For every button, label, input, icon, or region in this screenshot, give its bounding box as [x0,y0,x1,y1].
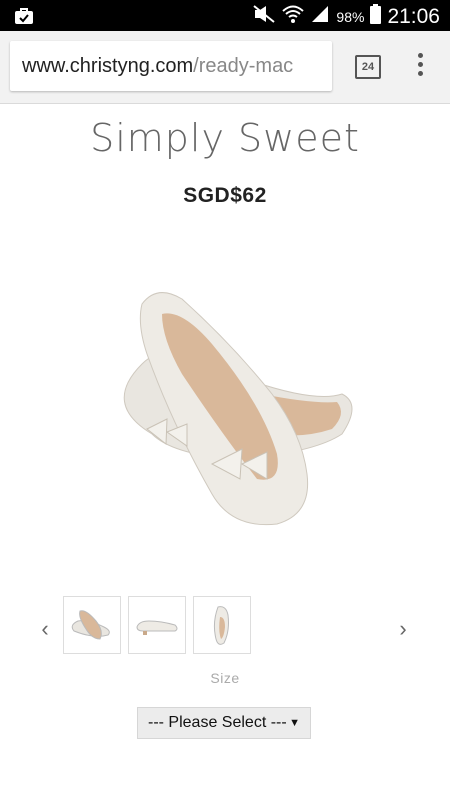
size-label: Size [210,670,240,686]
carousel-prev-arrow[interactable]: ‹ [34,616,56,642]
overflow-menu-icon[interactable] [414,53,426,79]
clock: 21:06 [387,4,440,28]
carousel-next-arrow[interactable]: › [392,616,414,642]
notification-bag-icon [14,7,34,30]
battery-percent: 98% [336,8,365,25]
shoe-pair-thumb-icon [71,610,110,640]
battery-icon [370,4,382,29]
product-image[interactable] [62,234,388,570]
status-bar: 98% 21:06 [0,0,450,31]
thumbnail-3[interactable] [193,596,251,654]
url-text: www.christyng.com/ready-mac [22,55,293,78]
shoe-side-thumb-icon [136,620,178,635]
dropdown-caret-icon: ▼ [289,717,300,729]
tab-switcher-button[interactable]: 24 [355,55,381,79]
url-path: /ready-mac [193,55,294,77]
url-bar[interactable]: www.christyng.com/ready-mac [10,41,332,91]
product-title: Simply Sweet [90,116,360,160]
shoe-top-thumb-icon [213,606,229,645]
size-select-value: --- Please Select --- [148,714,287,731]
mute-icon [252,4,276,29]
thumbnail-1[interactable] [63,596,121,654]
thumbnail-2[interactable] [128,596,186,654]
product-price: SGD$62 [183,184,267,207]
signal-icon [310,5,330,28]
wifi-icon [282,4,305,29]
size-select[interactable]: --- Please Select --- ▼ [137,707,311,739]
browser-toolbar: www.christyng.com/ready-mac 24 [0,31,450,104]
url-domain: www.christyng.com [22,55,194,77]
